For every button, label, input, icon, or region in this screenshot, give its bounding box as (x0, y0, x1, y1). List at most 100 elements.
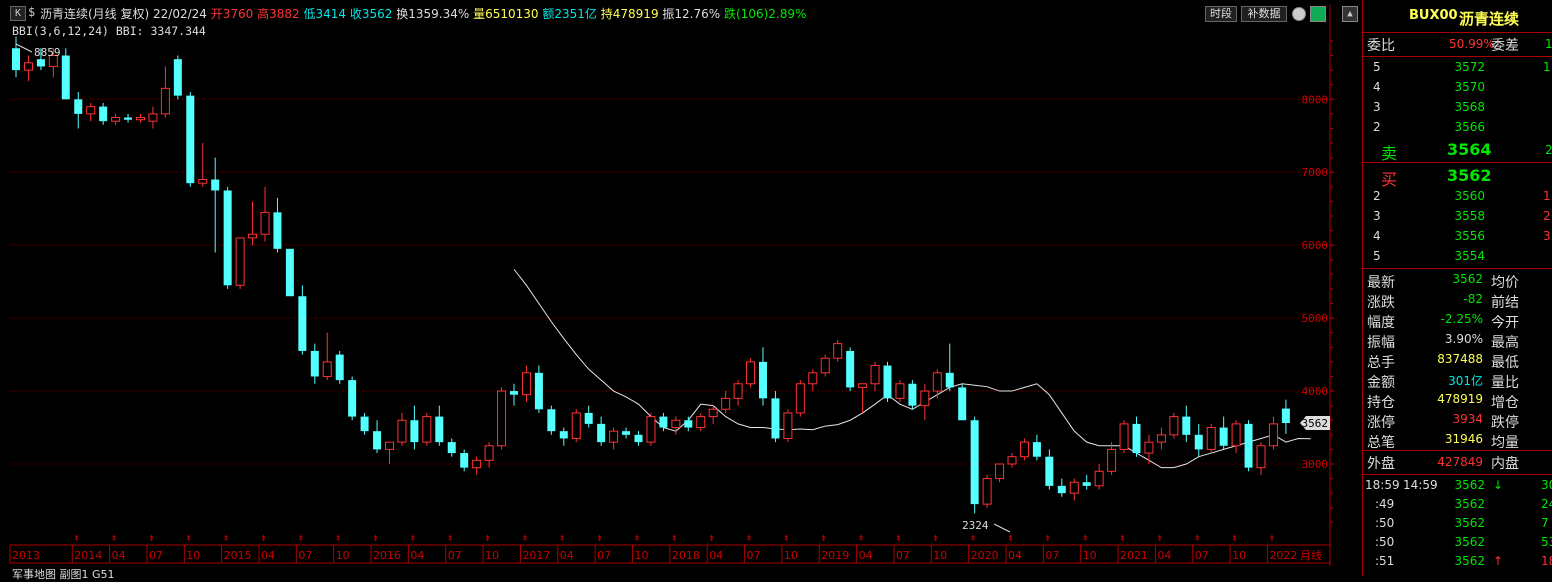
bid-price: 3558 (1454, 209, 1485, 223)
turnover-value: 换1359.34% (396, 7, 470, 21)
stat-row: 总手 837488 最低 (1363, 350, 1552, 371)
scroll-up-icon[interactable]: ▲ (1342, 6, 1358, 22)
inner-label: 内盘 (1491, 456, 1519, 472)
candle-body-down (659, 416, 668, 428)
ask-level: 2 (1373, 120, 1381, 134)
k-chart-button[interactable]: K (10, 6, 26, 21)
x-tick-label: 10 (784, 549, 798, 562)
candle-body-up (721, 397, 731, 410)
candle-body-down (360, 416, 369, 432)
stat-label-right: 增仓 (1491, 395, 1519, 411)
candle-body-up (696, 416, 706, 429)
candle-body-up (160, 87, 170, 115)
candle-body-up (858, 383, 868, 388)
quote-header: BUX00 沥青连续 (1363, 8, 1552, 28)
candle-body-up (1156, 434, 1166, 443)
event-marker: ⇞ (1082, 534, 1089, 543)
candle-body-up (322, 361, 332, 377)
low-annotation: 2324 (962, 519, 989, 532)
bid-volume: 3 (1543, 229, 1551, 243)
volume-value: 量6510130 (473, 7, 539, 21)
event-marker: ⇞ (1268, 534, 1275, 543)
candle-body-down (435, 416, 444, 443)
event-marker: ⇞ (820, 534, 827, 543)
kline-chart[interactable]: 3000 4000 5000 6000 7000 8000 2013 2014 ⇞ 04 ⇞ 07 ⇞… (0, 0, 1362, 576)
candle-body-up (820, 357, 830, 374)
candle-body-down (186, 95, 195, 184)
instrument-title: 沥青连续(月线 复权) (40, 7, 150, 21)
ask-level: 4 (1373, 80, 1381, 94)
candle-body-up (1107, 448, 1117, 472)
stat-row: 幅度 -2.25% 今开 (1363, 310, 1552, 331)
candle-body-up (86, 106, 96, 115)
indicator-readout: BBI(3,6,12,24) BBI: 3347.344 (12, 24, 206, 38)
order-ratio-value: 50.99% (1449, 37, 1495, 51)
amount-value: 额2351亿 (542, 7, 597, 21)
candle-body-down (846, 350, 855, 388)
high-value: 高3882 (257, 7, 300, 21)
event-marker: ⇞ (260, 534, 267, 543)
order-diff-value: 1 (1545, 37, 1552, 51)
candle-body-down (759, 361, 767, 399)
tick-row: :51 3562 ↑ 182 (1363, 552, 1552, 572)
event-marker: ⇞ (746, 534, 753, 543)
candle-body-down (1045, 456, 1054, 486)
candle-body-up (1268, 423, 1278, 447)
x-tick-label: 04 (410, 549, 424, 562)
candle-body-up (783, 412, 793, 439)
amplitude-value: 振12.76% (662, 7, 721, 21)
stat-row: 涨跌 -82 前结 (1363, 290, 1552, 311)
candle-body-up (136, 117, 145, 121)
divider (1363, 450, 1552, 451)
stat-row: 总笔 31946 均量 (1363, 430, 1552, 451)
event-marker: ⇞ (223, 534, 230, 543)
candle-body-up (920, 390, 930, 407)
candle-body-up (571, 412, 581, 439)
tick-volume: 7 (1541, 516, 1549, 530)
stat-row: 涨停 3934 跌停 (1363, 410, 1552, 431)
stat-label-right: 均价 (1491, 275, 1519, 291)
stat-label: 振幅 (1367, 335, 1395, 351)
x-tick-label: 07 (149, 549, 163, 562)
x-tick-label: 2020 (971, 549, 999, 562)
buy-row: 买 3562 (1363, 166, 1552, 189)
bid-row: 3 3558 2 (1363, 207, 1552, 227)
candle-body-down (173, 59, 182, 96)
candles (12, 36, 1290, 514)
x-tick-label: 2013 (12, 549, 40, 562)
sub-chart-tabs[interactable]: 军事地图 副图1 G51 (12, 566, 115, 582)
event-marker: ⇞ (858, 534, 865, 543)
settings-icon[interactable] (1292, 7, 1306, 21)
fill-data-button[interactable]: 补数据 (1241, 6, 1287, 22)
stat-label-right: 最高 (1491, 335, 1519, 351)
stat-label: 金额 (1367, 375, 1395, 391)
annotations: 8859 2324 3562 (15, 43, 1330, 533)
x-tick-label: 04 (261, 549, 275, 562)
chart-title: 沥青连续(月线 复权) 22/02/24 开3760 高3882 低3414 收… (40, 5, 806, 22)
candle-body-up (932, 372, 942, 392)
candle-body-down (211, 179, 220, 191)
candle-body-up (521, 372, 531, 396)
x-tick-label: 10 (485, 549, 499, 562)
outer-label: 外盘 (1367, 456, 1395, 472)
divider (1363, 268, 1552, 269)
expand-icon[interactable] (1310, 6, 1326, 22)
bar-date: 22/02/24 (153, 7, 207, 21)
instrument-name: 沥青连续 (1459, 10, 1520, 28)
candle-body-down (584, 412, 593, 424)
x-tick-label: 10 (1083, 549, 1097, 562)
candle-body-up (708, 408, 718, 418)
candle-body-up (148, 113, 158, 122)
candle-body-up (1169, 416, 1179, 436)
candle-body-up (422, 416, 432, 443)
candle-body-up (484, 445, 494, 461)
x-tick-label: 10 (186, 549, 200, 562)
event-marker: ⇞ (111, 534, 118, 543)
candle-body-up (260, 211, 270, 235)
candle-body-down (273, 212, 282, 249)
candle-body-down (1082, 482, 1091, 486)
ask-price: 3568 (1454, 100, 1485, 114)
event-marker: ⇞ (484, 534, 491, 543)
time-period-button[interactable]: 时段 (1205, 6, 1237, 22)
event-marker: ⇞ (148, 534, 155, 543)
